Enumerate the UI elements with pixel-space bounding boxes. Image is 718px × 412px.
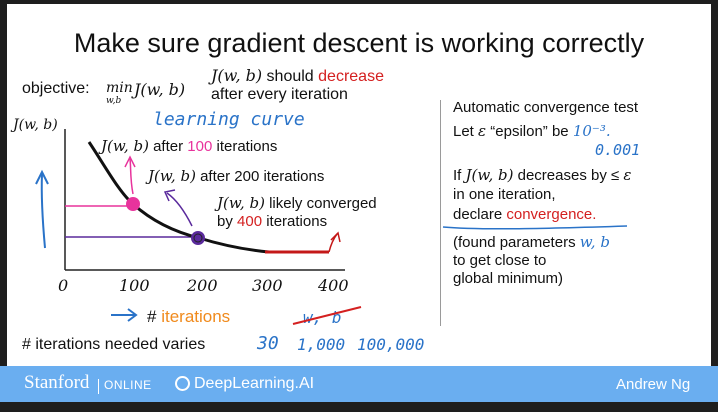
marker-200 xyxy=(191,231,205,245)
marker-100 xyxy=(126,197,140,211)
footer-bar: Stanford ONLINE DeepLearning.AI Andrew N… xyxy=(0,366,718,402)
deeplearning-logo-icon xyxy=(175,376,190,391)
strike-wb xyxy=(292,306,362,325)
slide: Make sure gradient descent is working co… xyxy=(7,4,711,366)
stanford-logo: Stanford xyxy=(24,372,90,393)
author-name: Andrew Ng xyxy=(616,376,691,393)
deeplearning-label: DeepLearning.AI xyxy=(194,375,315,392)
logo-separator xyxy=(98,379,99,394)
y-increase-arrow xyxy=(40,173,46,249)
online-label: ONLINE xyxy=(104,378,152,392)
bottom-bar xyxy=(0,402,718,412)
plot-graphics xyxy=(35,129,628,325)
convergence-underline xyxy=(442,225,628,230)
learning-curve xyxy=(87,141,270,254)
pointer-100 xyxy=(129,158,134,195)
pointer-200 xyxy=(166,192,193,227)
